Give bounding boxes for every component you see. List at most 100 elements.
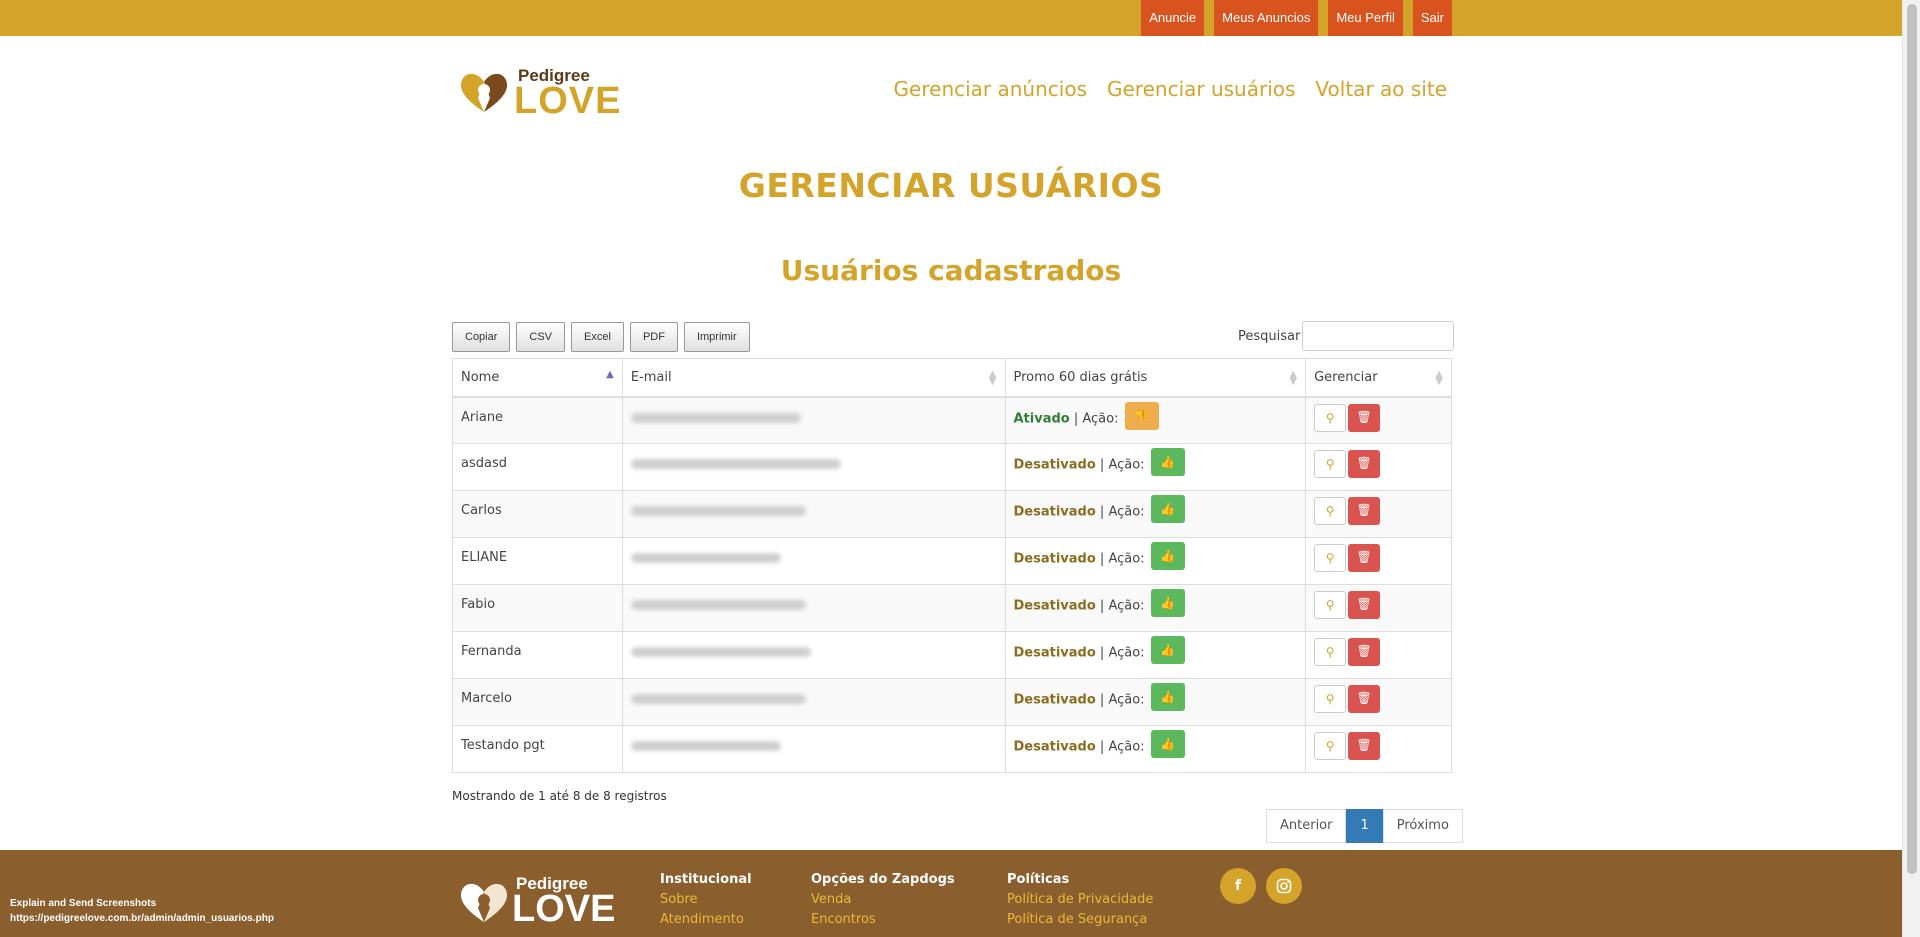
table-row: Fabio Desativado | Ação: 👍 ⚲ 🗑 (452, 584, 1452, 632)
cell-manage: ⚲ 🗑 (1305, 443, 1452, 491)
thumbs-up-icon[interactable]: 👍 (1150, 495, 1185, 523)
scrollbar-thumb[interactable] (1907, 4, 1917, 874)
copy-button[interactable]: Copiar (452, 322, 511, 352)
footer-link-sobre[interactable]: Sobre (660, 890, 752, 910)
thumbs-down-icon[interactable]: 👎 (1124, 401, 1159, 430)
trash-icon[interactable]: 🗑 (1348, 732, 1381, 760)
logo[interactable]: Pedigree LOVE (456, 60, 620, 122)
nav-meus-anuncios-button[interactable]: Meus Anuncios (1214, 0, 1319, 36)
thumbs-up-icon[interactable]: 👍 (1150, 683, 1185, 711)
blurred-email (630, 741, 781, 751)
cell-name: Testando pgt (452, 725, 623, 773)
nav-meu-perfil-button[interactable]: Meu Perfil (1328, 0, 1403, 36)
thumbs-up-icon[interactable]: 👍 (1150, 636, 1185, 664)
footer-link-privacidade[interactable]: Política de Privacidade (1007, 890, 1153, 910)
promo-status: Ativado (1013, 411, 1070, 426)
cell-promo: Desativado | Ação: 👍 (1004, 490, 1307, 538)
cell-promo: Desativado | Ação: 👍 (1004, 631, 1307, 679)
footer-column-institucional: Institucional Sobre Atendimento (660, 872, 752, 930)
excel-button[interactable]: Excel (571, 322, 624, 352)
sort-both-icon: ▲ ▼ (988, 369, 997, 387)
blurred-email (630, 412, 801, 423)
blurred-email (630, 553, 781, 563)
link-voltar-ao-site[interactable]: Voltar ao site (1315, 77, 1447, 101)
page-1-button[interactable]: 1 (1346, 809, 1383, 843)
cell-promo: Desativado | Ação: 👍 (1004, 537, 1307, 585)
cell-manage: ⚲ 🗑 (1305, 584, 1452, 632)
thumbs-up-icon[interactable]: 👍 (1150, 448, 1185, 476)
cell-manage: ⚲ 🗑 (1305, 396, 1452, 444)
column-header-nome[interactable]: Nome ▲ (452, 358, 623, 398)
cell-email (621, 725, 1006, 773)
trash-icon[interactable]: 🗑 (1348, 591, 1381, 619)
heart-logo-icon (460, 73, 508, 112)
search-icon[interactable]: ⚲ (1314, 591, 1347, 619)
footer-link-seguranca[interactable]: Política de Segurança (1007, 910, 1153, 930)
page-scrollbar[interactable] (1902, 0, 1920, 937)
search-icon[interactable]: ⚲ (1314, 732, 1347, 760)
search-input[interactable] (1302, 321, 1455, 351)
footer-column-opcoes: Opções do Zapdogs Venda Encontros (811, 872, 955, 930)
thumbs-up-icon[interactable]: 👍 (1150, 730, 1185, 758)
action-label: Ação: (1108, 504, 1145, 520)
search-icon[interactable]: ⚲ (1314, 685, 1347, 713)
trash-icon[interactable]: 🗑 (1348, 497, 1381, 525)
pdf-button[interactable]: PDF (629, 322, 678, 352)
instagram-icon[interactable] (1266, 868, 1302, 904)
search-icon[interactable]: ⚲ (1314, 497, 1347, 525)
site-footer: Pedigree LOVE Institucional Sobre Atendi… (0, 850, 1902, 937)
column-header-gerenciar[interactable]: Gerenciar ▲ ▼ (1305, 358, 1452, 398)
site-header: Pedigree LOVE Gerenciar anúncios Gerenci… (452, 60, 1452, 130)
logo-word-love: LOVE (514, 80, 622, 122)
column-header-promo[interactable]: Promo 60 dias grátis ▲ ▼ (1004, 358, 1307, 398)
cell-manage: ⚲ 🗑 (1305, 537, 1452, 585)
facebook-icon[interactable]: f (1220, 868, 1256, 904)
column-header-label: E-mail (630, 369, 672, 385)
search-icon[interactable]: ⚲ (1314, 638, 1347, 666)
cell-manage: ⚲ 🗑 (1305, 490, 1452, 538)
trash-icon[interactable]: 🗑 (1348, 685, 1381, 713)
search-icon[interactable]: ⚲ (1314, 403, 1347, 432)
cell-name: Ariane (452, 396, 623, 444)
nav-sair-button[interactable]: Sair (1412, 0, 1452, 36)
column-header-label: Gerenciar (1314, 369, 1378, 385)
blurred-email (630, 459, 841, 469)
trash-icon[interactable]: 🗑 (1348, 544, 1381, 572)
search-icon[interactable]: ⚲ (1314, 450, 1347, 478)
column-header-label: Nome (461, 369, 500, 385)
promo-status: Desativado (1013, 739, 1096, 755)
logo-word-love: LOVE (512, 888, 616, 930)
cell-promo: Desativado | Ação: 👍 (1004, 443, 1307, 491)
search-box: Pesquisar (1238, 321, 1455, 351)
thumbs-up-icon[interactable]: 👍 (1150, 589, 1185, 617)
link-gerenciar-usuarios[interactable]: Gerenciar usuários (1107, 77, 1295, 101)
action-label: Ação: (1108, 645, 1145, 661)
csv-button[interactable]: CSV (516, 322, 566, 352)
nav-anuncie-button[interactable]: Anuncie (1141, 0, 1205, 36)
promo-status: Desativado (1013, 598, 1096, 614)
trash-icon[interactable]: 🗑 (1348, 403, 1381, 432)
cell-name: Fernanda (452, 631, 623, 679)
footer-link-atendimento[interactable]: Atendimento (660, 910, 752, 930)
trash-icon[interactable]: 🗑 (1348, 450, 1381, 478)
thumbs-up-icon[interactable]: 👍 (1150, 542, 1185, 570)
table-header-row: Nome ▲ E-mail ▲ ▼ Promo 60 dias grátis ▲ ▼ Ge… (452, 358, 1452, 398)
cell-name: Fabio (452, 584, 623, 632)
previous-page-button[interactable]: Anterior (1266, 809, 1347, 843)
footer-column-politicas: Políticas Política de Privacidade Políti… (1007, 872, 1153, 930)
column-header-email[interactable]: E-mail ▲ ▼ (621, 358, 1006, 398)
top-nav: Anuncie Meus Anuncios Meu Perfil Sair (1141, 0, 1452, 36)
overlay-url: https://pedigreelove.com.br/admin/admin_… (10, 913, 274, 924)
next-page-button[interactable]: Próximo (1382, 809, 1463, 843)
cell-manage: ⚲ 🗑 (1305, 725, 1452, 773)
print-button[interactable]: Imprimir (683, 322, 750, 352)
footer-link-encontros[interactable]: Encontros (811, 910, 955, 930)
cell-manage: ⚲ 🗑 (1305, 678, 1452, 726)
link-gerenciar-anuncios[interactable]: Gerenciar anúncios (894, 77, 1087, 101)
action-label: Ação: (1108, 598, 1145, 614)
trash-icon[interactable]: 🗑 (1348, 638, 1381, 666)
page-title: GERENCIAR USUÁRIOS (738, 166, 1164, 205)
search-icon[interactable]: ⚲ (1314, 544, 1347, 572)
footer-logo[interactable]: Pedigree LOVE (456, 870, 616, 930)
footer-link-venda[interactable]: Venda (811, 890, 955, 910)
